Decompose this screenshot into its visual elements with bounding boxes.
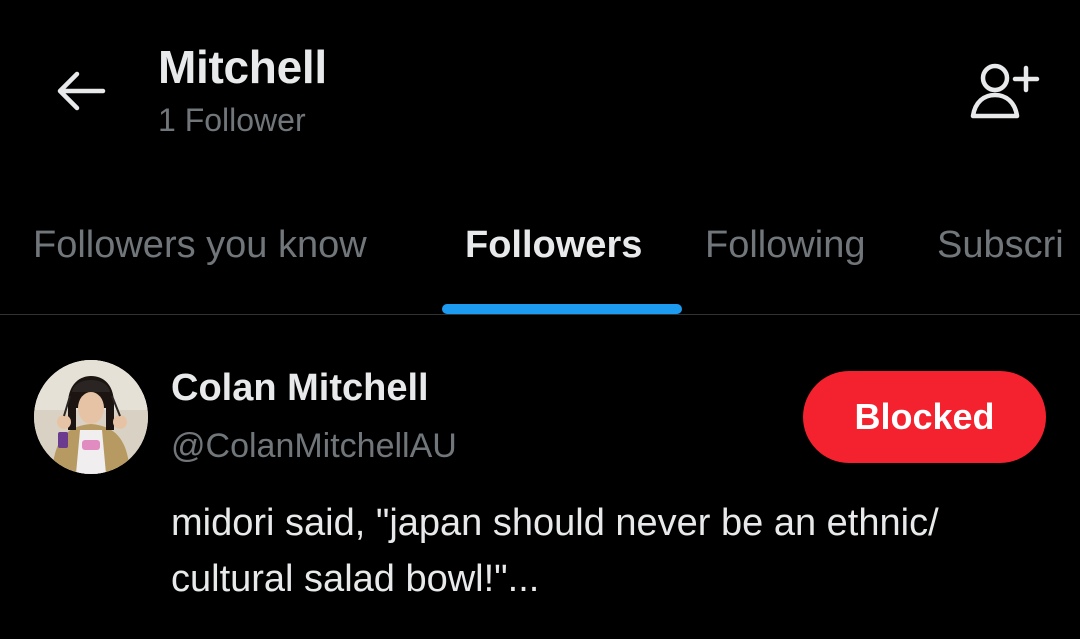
page-title: Mitchell — [158, 41, 327, 93]
tab-subscriptions[interactable]: Subscri — [937, 224, 1064, 267]
avatar-image — [34, 360, 148, 474]
arrow-left-icon — [57, 71, 106, 111]
add-user-button[interactable] — [960, 54, 1050, 124]
user-bio: midori said, "japan should never be an e… — [171, 502, 939, 600]
avatar[interactable] — [34, 360, 148, 474]
top-app-bar: Mitchell 1 Follower — [0, 0, 1080, 190]
tab-following[interactable]: Following — [705, 224, 866, 267]
tab-followers-you-know[interactable]: Followers you know — [33, 224, 367, 267]
blocked-button[interactable]: Blocked — [803, 371, 1046, 463]
follower-count: 1 Follower — [158, 102, 306, 138]
user-handle: @ColanMitchellAU — [171, 427, 457, 465]
tab-bar: Followers you know Followers Following S… — [0, 200, 1080, 314]
user-name[interactable]: Colan Mitchell — [171, 367, 429, 410]
back-button[interactable] — [48, 62, 112, 120]
tab-followers[interactable]: Followers — [465, 224, 642, 267]
list-item[interactable]: Colan Mitchell @ColanMitchellAU Blocked … — [0, 315, 1080, 639]
person-add-icon — [970, 63, 1040, 119]
active-tab-indicator — [442, 304, 682, 314]
